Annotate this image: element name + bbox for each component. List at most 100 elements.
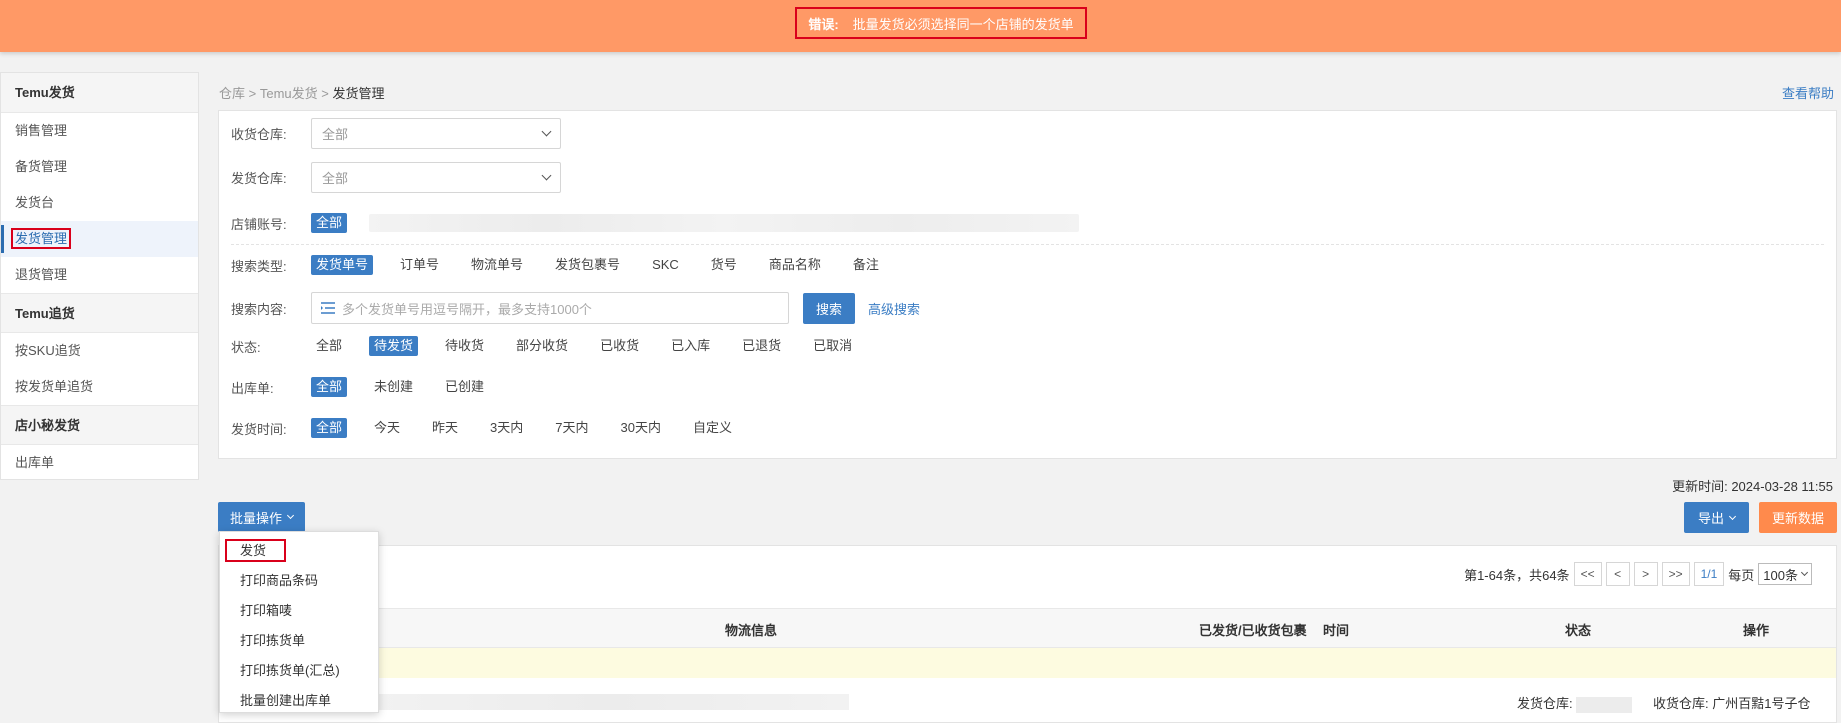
sidebar-item-outbound[interactable]: 出库单: [1, 445, 198, 481]
row-send-warehouse-label: 发货仓库:: [1517, 696, 1573, 711]
sidebar-item-stock[interactable]: 备货管理: [1, 149, 198, 185]
pager-current: 1/1: [1693, 562, 1725, 586]
ship-time-yesterday[interactable]: 昨天: [427, 418, 463, 438]
menu-item-print-picklist[interactable]: 打印拣货单: [220, 626, 378, 656]
status-stocked[interactable]: 已入库: [666, 336, 715, 356]
menu-item-bulk-create-outbound[interactable]: 批量创建出库单: [220, 686, 378, 716]
status-cancelled[interactable]: 已取消: [808, 336, 857, 356]
advanced-search-link[interactable]: 高级搜索: [868, 299, 920, 318]
status-received[interactable]: 已收货: [595, 336, 644, 356]
status-all[interactable]: 全部: [311, 336, 347, 356]
sidebar-group-temu-ship: Temu发货: [1, 73, 198, 113]
outbound-label: 出库单:: [231, 380, 274, 396]
search-type-product-name[interactable]: 商品名称: [764, 255, 826, 275]
chevron-down-icon: [1800, 568, 1809, 577]
status-label: 状态:: [231, 339, 261, 355]
recv-warehouse-value: 全部: [322, 127, 349, 142]
send-warehouse-select[interactable]: 全部: [311, 162, 561, 193]
refresh-data-button[interactable]: 更新数据: [1759, 502, 1837, 533]
pager-first[interactable]: <<: [1573, 562, 1602, 586]
outbound-not-created[interactable]: 未创建: [369, 377, 418, 397]
divider: [231, 244, 1824, 245]
chevron-down-icon: [541, 170, 552, 181]
page-size-select[interactable]: 100条: [1758, 563, 1812, 585]
sidebar-group-dxm-ship: 店小秘发货: [1, 405, 198, 445]
help-link[interactable]: 查看帮助: [1782, 83, 1834, 102]
sidebar-item-label: 发货管理: [11, 228, 72, 249]
search-button[interactable]: 搜索: [803, 292, 856, 324]
pager-prev[interactable]: <: [1605, 562, 1630, 586]
pager-per-label: 每页: [1728, 567, 1755, 583]
pager-summary: 第1-64条，共64条: [1464, 567, 1570, 583]
status-pending-receive[interactable]: 待收货: [440, 336, 489, 356]
sidebar-group-temu-track: Temu追货: [1, 293, 198, 333]
error-banner: 错误: 批量发货必须选择同一个店铺的发货单: [0, 0, 1841, 52]
menu-item-print-box-label[interactable]: 打印箱唛: [220, 596, 378, 626]
ship-time-today[interactable]: 今天: [369, 418, 405, 438]
recv-warehouse-label: 收货仓库:: [231, 127, 287, 142]
col-logistics: 物流信息: [725, 623, 778, 638]
chevron-down-icon: [1728, 512, 1737, 520]
search-type-ship-no[interactable]: 发货单号: [311, 255, 374, 275]
breadcrumb-sep: >: [248, 86, 257, 101]
ship-time-all[interactable]: 全部: [311, 418, 348, 438]
search-type-logistics-no[interactable]: 物流单号: [466, 255, 528, 275]
bulk-actions-label: 批量操作: [230, 510, 283, 526]
update-time: 更新时间: 2024-03-28 11:55: [1672, 479, 1833, 494]
sidebar-item-sales[interactable]: 销售管理: [1, 113, 198, 149]
bulk-actions-button[interactable]: 批量操作: [218, 502, 306, 532]
menu-item-label: 发货: [225, 539, 287, 562]
sidebar-item-track-order[interactable]: 按发货单追货: [1, 369, 198, 405]
export-button[interactable]: 导出: [1684, 502, 1749, 533]
breadcrumb-sep: >: [321, 86, 329, 101]
search-input[interactable]: 多个发货单号用逗号隔开，最多支持1000个: [311, 292, 789, 324]
pager-last[interactable]: >>: [1661, 562, 1690, 586]
active-indicator: [1, 225, 4, 253]
breadcrumb: 仓库 > Temu发货 > 发货管理: [219, 83, 385, 102]
bulk-actions-menu: 发货 打印商品条码 打印箱唛 打印拣货单 打印拣货单(汇总) 批量创建出库单: [219, 531, 379, 713]
error-message-box: 错误: 批量发货必须选择同一个店铺的发货单: [795, 7, 1087, 39]
status-returned[interactable]: 已退货: [737, 336, 786, 356]
col-packages: 已发货/已收货包裹: [1199, 623, 1307, 638]
col-time: 时间: [1323, 623, 1350, 638]
sidebar: Temu发货 销售管理 备货管理 发货台 发货管理 退货管理 Temu追货 按S…: [0, 72, 199, 480]
page-size-value: 100条: [1763, 567, 1798, 583]
ship-time-custom[interactable]: 自定义: [688, 418, 737, 438]
error-label: 错误:: [808, 16, 839, 32]
ship-time-30days[interactable]: 30天内: [616, 418, 666, 438]
ship-time-label: 发货时间:: [231, 421, 287, 437]
ship-time-3days[interactable]: 3天内: [485, 418, 528, 438]
ship-time-7days[interactable]: 7天内: [550, 418, 593, 438]
col-status: 状态: [1565, 623, 1592, 638]
status-partial-received[interactable]: 部分收货: [511, 336, 573, 356]
sidebar-item-track-sku[interactable]: 按SKU追货: [1, 333, 198, 369]
table-row-highlight: [219, 648, 1836, 678]
pager-next[interactable]: >: [1633, 562, 1658, 586]
filter-panel: 收货仓库: 全部 发货仓库: 全部 店铺账号: 全部 搜索类型: 发货单号 订单…: [218, 110, 1837, 459]
menu-item-print-picklist-summary[interactable]: 打印拣货单(汇总): [220, 656, 378, 686]
recv-warehouse-select[interactable]: 全部: [311, 118, 561, 149]
status-pending-ship[interactable]: 待发货: [369, 336, 419, 356]
table-panel: 第1-64条，共64条 << < > >> 1/1 每页 100条 物流信息 已…: [218, 545, 1837, 723]
search-type-remark[interactable]: 备注: [848, 255, 884, 275]
error-text: 批量发货必须选择同一个店铺的发货单: [852, 16, 1074, 32]
row-send-warehouse: 发货仓库:: [1517, 693, 1633, 713]
menu-item-ship[interactable]: 发货: [220, 536, 378, 566]
search-type-skc[interactable]: SKC: [647, 255, 684, 275]
table-row: 发货仓库: 收货仓库: 广州百黠1号子仓: [219, 678, 1836, 723]
sidebar-item-ship-manage[interactable]: 发货管理: [1, 221, 198, 257]
breadcrumb-warehouse[interactable]: 仓库: [219, 86, 245, 101]
menu-item-print-barcode[interactable]: 打印商品条码: [220, 566, 378, 596]
shop-all-chip[interactable]: 全部: [311, 213, 348, 233]
sidebar-item-ship-desk[interactable]: 发货台: [1, 185, 198, 221]
outbound-created[interactable]: 已创建: [440, 377, 489, 397]
send-warehouse-value: 全部: [322, 171, 349, 186]
search-type-item-no[interactable]: 货号: [706, 255, 742, 275]
breadcrumb-temu[interactable]: Temu发货: [260, 86, 318, 101]
search-type-package-no[interactable]: 发货包裹号: [550, 255, 625, 275]
search-type-order-no[interactable]: 订单号: [395, 255, 444, 275]
outbound-all[interactable]: 全部: [311, 377, 348, 397]
export-label: 导出: [1697, 511, 1724, 526]
sidebar-item-returns[interactable]: 退货管理: [1, 257, 198, 293]
shop-account-label: 店铺账号:: [231, 216, 287, 232]
